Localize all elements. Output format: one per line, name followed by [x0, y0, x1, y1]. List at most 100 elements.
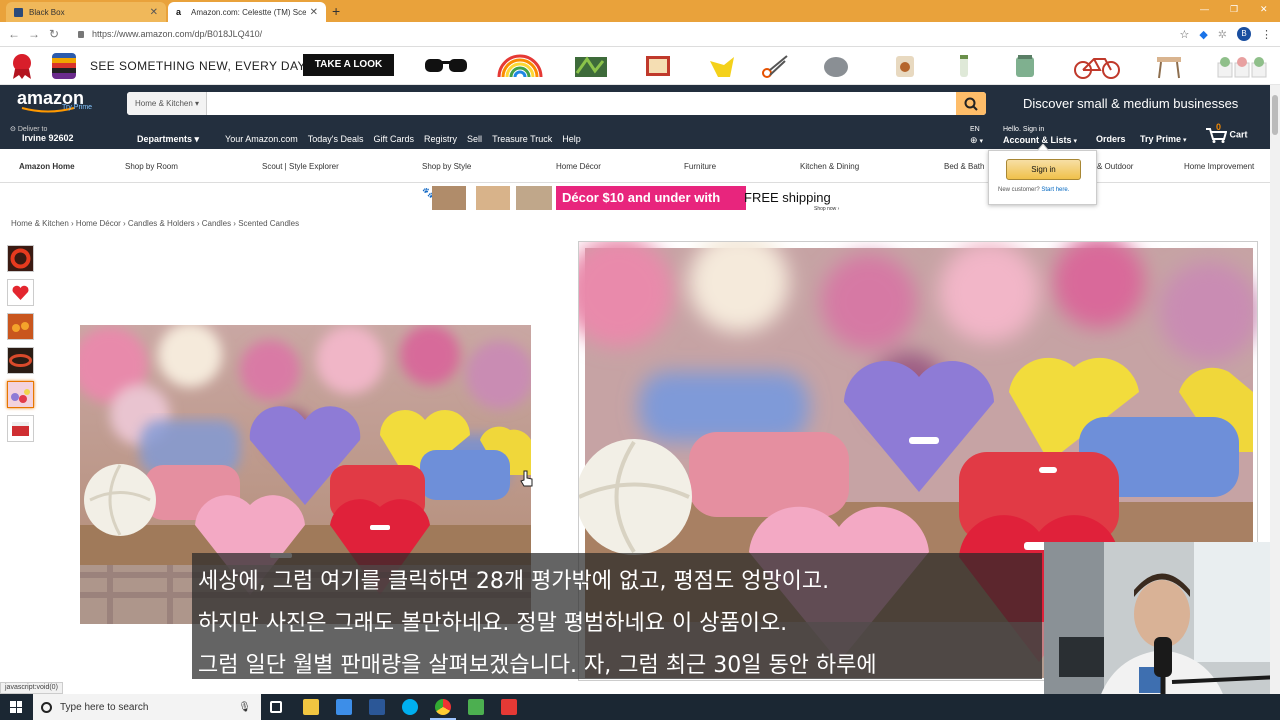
close-tab-icon[interactable]: ✕ — [310, 7, 318, 18]
restore-icon[interactable]: ❐ — [1230, 4, 1238, 15]
language-selector[interactable]: EN ⊕ ▾ — [970, 125, 983, 147]
nav-sell[interactable]: Sell — [467, 134, 482, 145]
camtasia-icon[interactable] — [468, 699, 484, 715]
search-category-dropdown[interactable]: Home & Kitchen ▾ — [127, 92, 207, 115]
orders-link[interactable]: Orders — [1096, 134, 1126, 146]
banner-shop-now[interactable]: Shop now › — [814, 206, 839, 212]
deliver-to[interactable]: ⊙ Deliver to Irvine 92602 — [10, 125, 74, 144]
url-field[interactable]: https://www.amazon.com/dp/B018JLQ410/ — [78, 29, 262, 39]
stool-icon — [1157, 57, 1181, 79]
menu-dots-icon[interactable]: ⋮ — [1261, 28, 1272, 41]
microphone-icon[interactable]: 🎙 — [238, 702, 251, 713]
scrollbar-thumb[interactable] — [1272, 95, 1278, 135]
close-window-icon[interactable]: ✕ — [1260, 4, 1268, 15]
succulent-pots-icon — [1217, 57, 1267, 78]
forward-icon[interactable]: → — [24, 27, 44, 41]
subtitle-line-3: 그럼 일단 월별 판매량을 살펴보겠습니다. 자, 그럼 최근 30일 동안 하… — [198, 653, 877, 678]
tab-amazon[interactable]: a Amazon.com: Celestte (TM) Scen ✕ — [168, 2, 326, 22]
store-icon[interactable] — [336, 699, 352, 715]
try-prime-menu[interactable]: Try Prime ▾ — [1140, 134, 1187, 146]
cart-label: Cart — [1229, 129, 1248, 140]
thumbnail-2[interactable] — [7, 279, 34, 306]
nav-gift-cards[interactable]: Gift Cards — [374, 134, 415, 145]
lock-icon — [78, 30, 84, 38]
recorder-icon[interactable] — [501, 699, 517, 715]
stripes-logo-icon — [52, 53, 76, 79]
banner-free-shipping: FREE shipping — [744, 190, 831, 205]
subnav-kitchen-dining[interactable]: Kitchen & Dining — [800, 162, 859, 171]
new-tab-icon[interactable]: + — [332, 3, 340, 19]
subnav-shop-by-room[interactable]: Shop by Room — [125, 162, 178, 171]
try-prime-link[interactable]: Try Prime — [62, 104, 92, 111]
plant-icon — [575, 56, 607, 77]
hand-cursor-icon — [520, 470, 533, 487]
bottle-icon — [960, 55, 968, 77]
promo-strip[interactable]: SEE SOMETHING NEW, EVERY DAY. TAKE A LOO… — [0, 47, 1280, 85]
search-icon — [964, 97, 978, 111]
subnav-scout[interactable]: Scout | Style Explorer — [262, 162, 339, 171]
file-explorer-icon[interactable] — [303, 699, 319, 715]
nav-todays-deals[interactable]: Today's Deals — [308, 134, 364, 145]
windows-taskbar: Type here to search 🎙 — [0, 694, 1280, 720]
thumbnail-3[interactable] — [7, 313, 34, 340]
tab-label: Black Box — [29, 7, 65, 17]
departments-menu[interactable]: Departments ▾ — [137, 134, 199, 145]
extension-puzzle-icon[interactable]: ✲ — [1218, 28, 1227, 41]
candle-circle-thumbnail-icon — [8, 348, 33, 373]
taskbar-search[interactable]: Type here to search 🎙 — [33, 694, 261, 720]
heart-candle-thumbnail-icon — [12, 285, 29, 300]
bookmark-star-icon[interactable]: ☆ — [1179, 28, 1189, 41]
nav-your-amazon[interactable]: Your Amazon.com — [225, 134, 298, 145]
subnav-furniture[interactable]: Furniture — [684, 162, 716, 171]
subnav-bed-bath[interactable]: Bed & Bath — [944, 162, 984, 171]
thumbnail-6[interactable] — [7, 415, 34, 442]
thumbnail-1[interactable] — [7, 245, 34, 272]
subnav-shop-by-style[interactable]: Shop by Style — [422, 162, 471, 171]
thumbnail-5-selected[interactable] — [7, 381, 34, 408]
candle-ring-thumbnail-icon — [8, 246, 33, 271]
subnav-outdoor[interactable]: & Outdoor — [1097, 162, 1133, 171]
search-button[interactable] — [956, 92, 986, 115]
sunglasses-icon — [425, 59, 467, 72]
black-box-favicon-icon — [14, 7, 23, 17]
deliver-to-label: Deliver to — [17, 126, 48, 133]
minimize-icon[interactable]: — — [1200, 4, 1209, 14]
hello-label: Hello. Sign in — [1003, 126, 1045, 133]
globe-icon: ⊕ — [970, 135, 978, 145]
discover-businesses-link[interactable]: Discover small & medium businesses — [1023, 96, 1238, 111]
cart-count: 0 — [1216, 122, 1222, 132]
promo-tagline: SEE SOMETHING NEW, EVERY DAY. — [90, 59, 309, 73]
reload-icon[interactable]: ↻ — [44, 27, 64, 41]
extension-icon[interactable]: ◆ — [1199, 28, 1207, 41]
profile-avatar[interactable]: B — [1237, 27, 1251, 41]
subnav-amazon-home[interactable]: Amazon Home — [19, 162, 75, 171]
task-view-icon[interactable] — [270, 701, 282, 713]
decor-banner[interactable]: 🐾 Décor $10 and under with FREE shipping… — [420, 184, 852, 212]
tab-black-box[interactable]: Black Box ✕ — [6, 2, 166, 22]
tab-label: Amazon.com: Celestte (TM) Scen — [191, 7, 306, 17]
thumbnail-4[interactable] — [7, 347, 34, 374]
mason-jar-icon — [1016, 55, 1034, 77]
nav-treasure-truck[interactable]: Treasure Truck — [492, 134, 552, 145]
take-a-look-button[interactable]: TAKE A LOOK — [303, 54, 394, 76]
close-tab-icon[interactable]: ✕ — [150, 7, 158, 18]
back-icon[interactable]: ← — [4, 27, 24, 41]
nav-registry[interactable]: Registry — [424, 134, 457, 145]
breadcrumb[interactable]: Home & Kitchen › Home Décor › Candles & … — [11, 219, 299, 228]
start-here-link[interactable]: Start here. — [1041, 187, 1069, 193]
page-scrollbar[interactable] — [1270, 85, 1280, 695]
scissors-icon — [762, 55, 788, 78]
game-board-icon — [646, 56, 670, 76]
word-icon[interactable] — [369, 699, 385, 715]
amazon-header: amazon Try Prime Home & Kitchen ▾ Discov… — [0, 85, 1280, 149]
subnav-home-improvement[interactable]: Home Improvement — [1184, 162, 1254, 171]
language-label: EN — [970, 126, 980, 133]
skype-icon[interactable] — [402, 699, 418, 715]
nav-help[interactable]: Help — [562, 134, 581, 145]
yellow-vase-icon — [710, 57, 734, 77]
subnav-home-decor[interactable]: Home Décor — [556, 162, 601, 171]
windows-start-icon[interactable] — [10, 701, 22, 713]
signin-button[interactable]: Sign in — [1006, 159, 1081, 180]
chrome-icon[interactable] — [435, 699, 451, 715]
cart-link[interactable]: 0 Cart — [1205, 122, 1248, 143]
